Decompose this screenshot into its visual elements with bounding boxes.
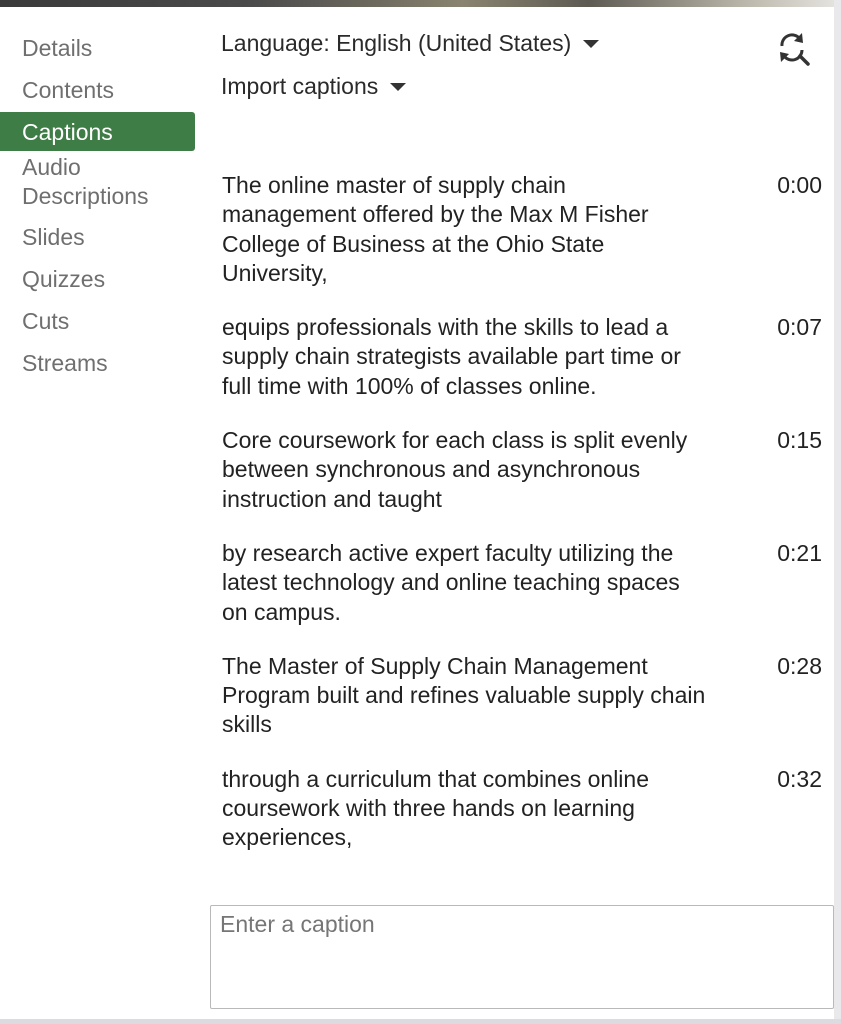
video-preview-strip	[0, 0, 841, 7]
panel-edge	[834, 0, 841, 1024]
language-dropdown-label: Language: English (United States)	[221, 30, 572, 56]
chevron-down-icon	[583, 39, 600, 48]
caption-timestamp[interactable]: 0:32	[742, 765, 822, 853]
caption-text: through a curriculum that combines onlin…	[222, 765, 650, 851]
caption-text: Core coursework for each class is split …	[222, 427, 688, 512]
sidebar-item-details[interactable]: Details	[0, 28, 196, 70]
sidebar-item-cuts[interactable]: Cuts	[0, 301, 196, 343]
caption-timestamp[interactable]: 0:15	[742, 426, 822, 514]
sidebar-item-streams[interactable]: Streams	[0, 343, 196, 385]
caption-list: The online master of supply chain manage…	[222, 171, 822, 878]
caption-timestamp[interactable]: 0:21	[742, 539, 822, 627]
sidebar-item-quizzes[interactable]: Quizzes	[0, 259, 196, 301]
caption-timestamp[interactable]: 0:07	[742, 313, 822, 401]
caption-row[interactable]: through a curriculum that combines onlin…	[222, 765, 822, 853]
chevron-down-icon	[390, 82, 407, 91]
caption-row[interactable]: by research active expert faculty utiliz…	[222, 539, 822, 627]
caption-row[interactable]: equips professionals with the skills to …	[222, 313, 822, 401]
caption-text: by research active expert faculty utiliz…	[222, 539, 680, 625]
sidebar-item-slides[interactable]: Slides	[0, 217, 196, 259]
caption-text: The Master of Supply Chain Management Pr…	[222, 652, 706, 738]
language-dropdown[interactable]: Language: English (United States)	[221, 30, 600, 57]
caption-row[interactable]: The Master of Supply Chain Management Pr…	[222, 652, 822, 740]
caption-timestamp[interactable]: 0:28	[742, 652, 822, 740]
sidebar-item-captions[interactable]: Captions	[0, 112, 195, 151]
caption-row[interactable]: Core coursework for each class is split …	[222, 426, 822, 514]
import-captions-label: Import captions	[221, 73, 379, 99]
caption-input[interactable]	[210, 905, 834, 1009]
caption-text: The online master of supply chain manage…	[222, 172, 649, 286]
sidebar-nav: Details Contents Captions Audio Descript…	[0, 28, 196, 385]
refresh-search-icon[interactable]	[776, 30, 810, 66]
sidebar-item-audio-descriptions[interactable]: Audio Descriptions	[0, 151, 182, 217]
caption-row[interactable]: The online master of supply chain manage…	[222, 171, 822, 288]
sidebar-item-contents[interactable]: Contents	[0, 70, 196, 112]
caption-text: equips professionals with the skills to …	[222, 314, 681, 399]
panel-bottom-edge	[0, 1019, 841, 1024]
caption-timestamp[interactable]: 0:00	[742, 171, 822, 288]
import-captions-dropdown[interactable]: Import captions	[221, 73, 407, 100]
